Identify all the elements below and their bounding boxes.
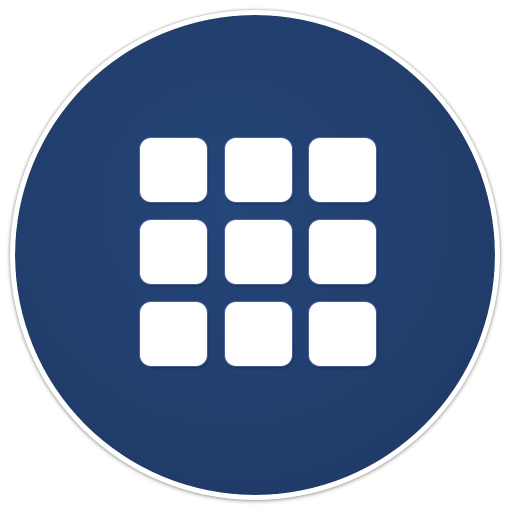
grid-tile xyxy=(140,138,207,202)
grid-tile xyxy=(225,302,292,366)
grid-tile xyxy=(309,220,376,284)
grid-tile xyxy=(140,220,207,284)
grid-tile xyxy=(309,302,376,366)
grid-tile xyxy=(225,220,292,284)
icon-canvas xyxy=(0,0,512,512)
grid-tile xyxy=(225,138,292,202)
grid-tile xyxy=(309,138,376,202)
grid-tile xyxy=(140,302,207,366)
app-grid-icon[interactable] xyxy=(140,138,376,366)
